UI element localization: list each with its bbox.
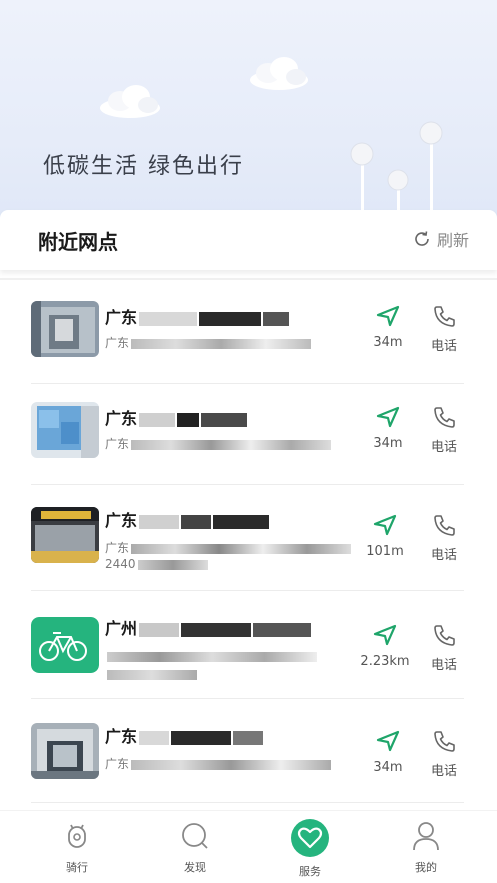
store-address: 广东 xyxy=(105,334,312,351)
call-button[interactable]: 电话 xyxy=(423,513,465,563)
list-item[interactable]: 广东 广东 2440 101m 电话 xyxy=(31,483,464,591)
navigate-button[interactable]: 34m xyxy=(358,304,418,350)
list-item[interactable]: 广东 广东 34m 电话 xyxy=(31,699,464,803)
tab-label: 我的 xyxy=(415,861,437,874)
user-icon xyxy=(413,822,439,851)
store-address: 广东 xyxy=(105,755,332,772)
tab-discover[interactable]: 发现 xyxy=(155,819,235,875)
tab-label: 服务 xyxy=(299,865,321,878)
store-thumbnail xyxy=(31,723,99,779)
store-name: 广东 xyxy=(105,723,264,747)
phone-icon xyxy=(434,407,455,428)
refresh-label: 刷新 xyxy=(436,231,469,250)
tab-label: 发现 xyxy=(184,861,206,874)
call-label: 电话 xyxy=(430,548,457,563)
distance-label: 101m xyxy=(366,544,404,559)
scooter-icon xyxy=(68,824,86,848)
call-button[interactable]: 电话 xyxy=(423,729,465,779)
bottom-tab-bar: 骑行 发现 服务 我的 xyxy=(0,810,497,883)
call-button[interactable]: 电话 xyxy=(423,304,465,354)
nearby-header: 附近网点 刷新 xyxy=(0,210,497,270)
navigation-arrow-icon xyxy=(376,305,400,327)
store-name: 广东 xyxy=(105,507,270,531)
tab-riding[interactable]: 骑行 xyxy=(37,819,117,875)
navigation-arrow-icon xyxy=(373,514,397,536)
distance-label: 34m xyxy=(373,760,403,775)
store-address-line2: 2440 xyxy=(105,557,208,571)
phone-icon xyxy=(434,515,455,536)
heart-icon xyxy=(291,819,329,857)
list-item[interactable]: 广东 广东 34m 电话 xyxy=(31,280,464,384)
call-button[interactable]: 电话 xyxy=(423,405,465,455)
call-button[interactable]: 电话 xyxy=(423,623,465,673)
search-icon xyxy=(182,823,208,849)
navigation-arrow-icon xyxy=(376,730,400,752)
navigate-button[interactable]: 2.23km xyxy=(345,623,425,669)
store-name: 广东 xyxy=(105,405,248,429)
slogan-text: 低碳生活 绿色出行 xyxy=(43,154,244,179)
call-label: 电话 xyxy=(430,339,457,354)
street-lamps-decoration xyxy=(350,121,443,213)
phone-icon xyxy=(434,731,455,752)
distance-label: 2.23km xyxy=(360,654,410,669)
store-name: 广州 xyxy=(105,615,312,639)
store-address-line2 xyxy=(105,667,197,681)
top-banner: 低碳生活 绿色出行 xyxy=(0,0,497,232)
list-item[interactable]: 广东 广东 34m 电话 xyxy=(31,381,464,485)
navigation-arrow-icon xyxy=(376,406,400,428)
navigation-arrow-icon xyxy=(373,624,397,646)
refresh-button[interactable]: 刷新 xyxy=(411,227,469,251)
cloud-icon xyxy=(100,85,160,118)
call-label: 电话 xyxy=(430,440,457,455)
section-title: 附近网点 xyxy=(38,230,118,254)
store-thumbnail xyxy=(31,402,99,458)
store-thumbnail xyxy=(31,301,99,357)
store-name: 广东 xyxy=(105,304,290,328)
navigate-button[interactable]: 34m xyxy=(358,729,418,775)
distance-label: 34m xyxy=(373,436,403,451)
cloud-icon xyxy=(250,57,308,90)
store-address: 广东 xyxy=(105,539,352,556)
call-label: 电话 xyxy=(430,658,457,673)
phone-icon xyxy=(434,625,455,646)
store-thumbnail xyxy=(31,507,99,563)
tab-label: 骑行 xyxy=(66,861,88,874)
navigate-button[interactable]: 101m xyxy=(355,513,415,559)
call-label: 电话 xyxy=(430,764,457,779)
navigate-button[interactable]: 34m xyxy=(358,405,418,451)
refresh-icon xyxy=(415,231,429,246)
bike-logo-thumbnail xyxy=(31,617,99,673)
list-item[interactable]: 广州 2.23km 电话 xyxy=(31,591,464,699)
tab-service[interactable]: 服务 xyxy=(270,819,350,879)
bike-logo-icon xyxy=(31,617,99,673)
store-address: 广东 xyxy=(105,435,332,452)
phone-icon xyxy=(434,306,455,327)
distance-label: 34m xyxy=(373,335,403,350)
tab-mine[interactable]: 我的 xyxy=(386,819,466,875)
store-address xyxy=(105,649,317,663)
